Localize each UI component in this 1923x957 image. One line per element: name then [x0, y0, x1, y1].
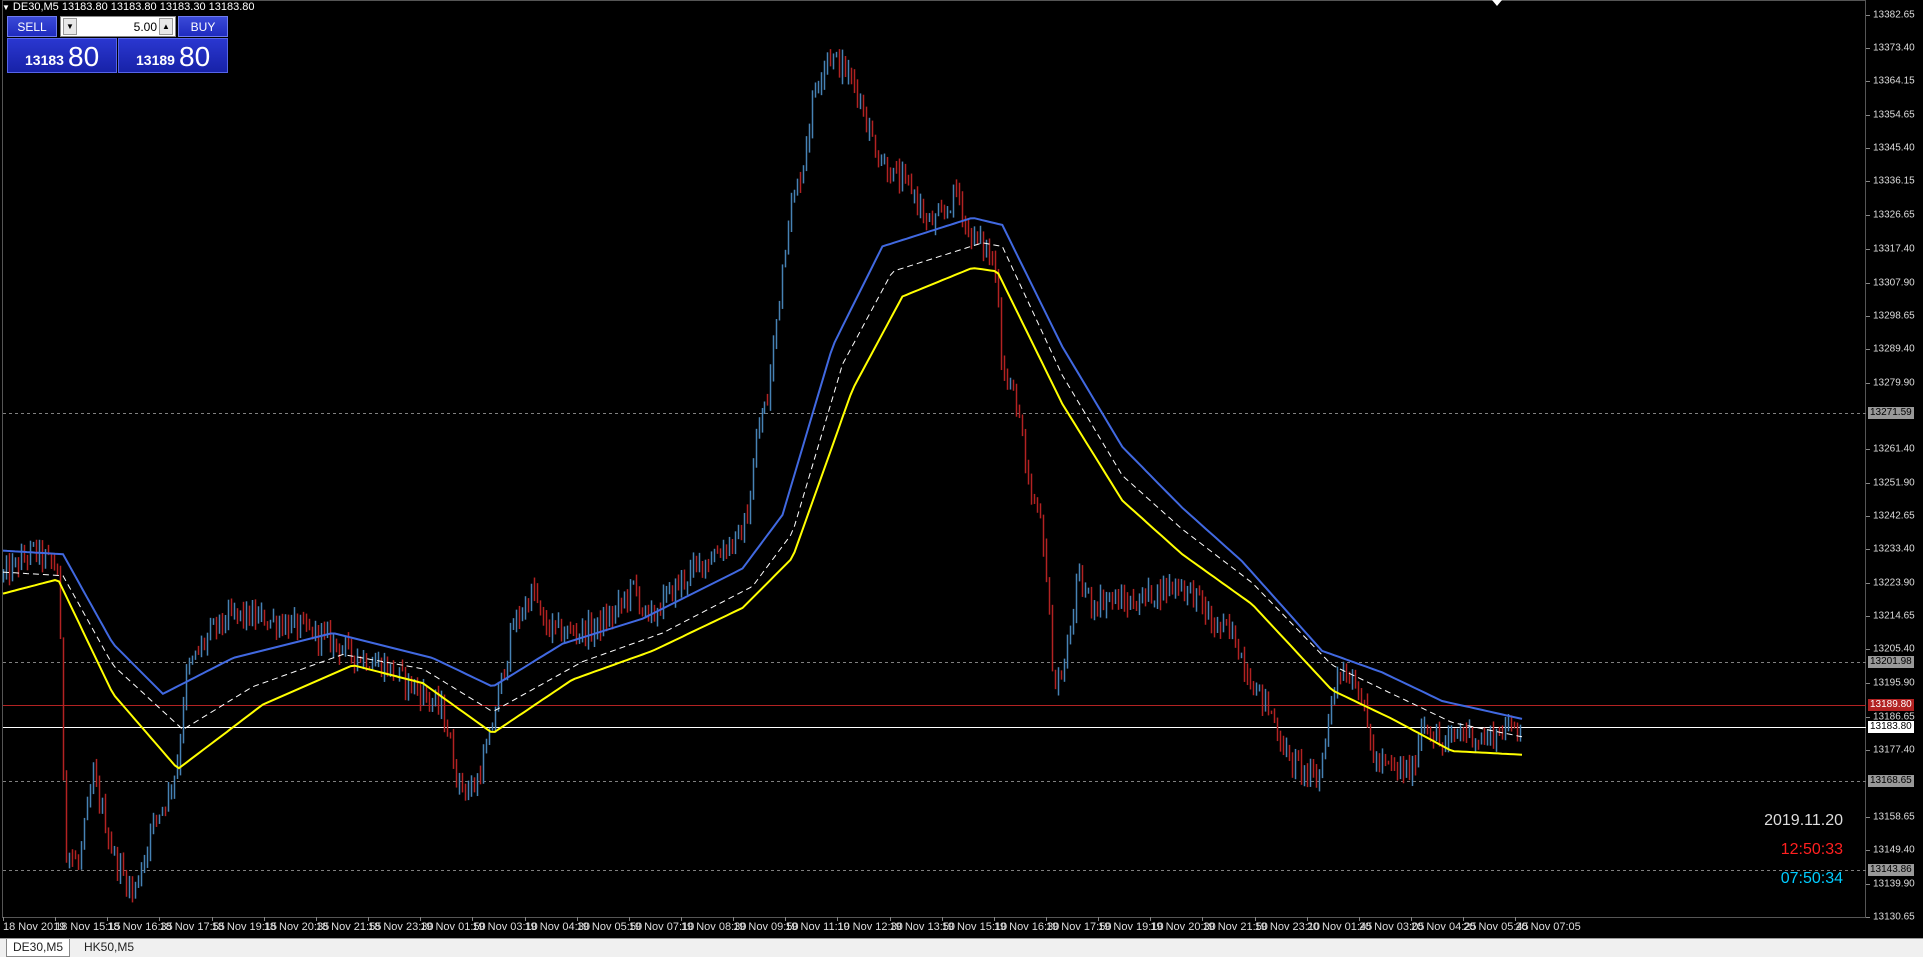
lot-size-input[interactable]	[79, 17, 157, 36]
chart-area[interactable]: ▼ DE30,M5 13183.80 13183.80 13183.30 1318…	[0, 0, 1923, 938]
chart-border	[2, 0, 1866, 918]
price-tick-label: 13279.90	[1873, 377, 1915, 389]
price-tick-label: 13373.40	[1873, 42, 1915, 54]
price-tick-label: 13317.40	[1873, 243, 1915, 255]
price-tick-label: 13289.40	[1873, 343, 1915, 355]
price-chart[interactable]	[0, 0, 1923, 938]
chart-tabs-bar: DE30,M5 HK50,M5	[0, 938, 1923, 957]
clock-panel: 2019.11.20 12:50:33 07:50:34	[1764, 811, 1843, 898]
time-tick-label: 20 Nov 07:05	[1515, 921, 1581, 933]
price-tick-label: 13307.90	[1873, 277, 1915, 289]
price-tick-label: 13345.40	[1873, 142, 1915, 154]
price-tick-label: 13242.65	[1873, 510, 1915, 522]
price-level-tag: 13271.59	[1868, 406, 1914, 419]
price-tick-label: 13336.15	[1873, 175, 1915, 187]
time-scale[interactable]: 18 Nov 2019 18 Nov 15:15 18 Nov 16:35 18 No…	[0, 918, 1923, 937]
lower-band-line	[2, 267, 1523, 770]
price-level-tag: 13189.80	[1868, 699, 1914, 712]
price-scale[interactable]: 13382.65 13373.40 13364.15 13354.65 13345.40…	[1866, 0, 1923, 923]
buy-price-button[interactable]: 13189 80	[118, 38, 228, 73]
price-level-tag: 13168.65	[1868, 774, 1914, 787]
price-tick-label: 13251.90	[1873, 477, 1915, 489]
sell-price-integer: 13183	[25, 52, 64, 68]
price-tick-label: 13195.90	[1873, 677, 1915, 689]
clock-server-time: 12:50:33	[1780, 841, 1843, 858]
buy-price-pips: 80	[179, 41, 211, 72]
buy-button[interactable]: BUY	[178, 16, 228, 37]
tab-de30-m5[interactable]: DE30,M5	[6, 939, 71, 957]
chart-title: ▼ DE30,M5 13183.80 13183.80 13183.30 1318…	[2, 1, 255, 13]
lot-size-field[interactable]: ▼ ▲	[60, 16, 176, 37]
one-click-trading-panel: SELL ▼ ▲ BUY 13183 80 13189 80	[7, 16, 228, 73]
price-tick-label: 13326.65	[1873, 209, 1915, 221]
price-tick-label: 13382.65	[1873, 9, 1915, 21]
price-level-tag: 13143.86	[1868, 863, 1914, 876]
price-tick-label: 13214.65	[1873, 610, 1915, 622]
lot-increase-icon[interactable]: ▲	[159, 18, 173, 35]
sell-price-button[interactable]: 13183 80	[7, 38, 117, 73]
price-tick-label: 13158.65	[1873, 811, 1915, 823]
sell-button[interactable]: SELL	[7, 16, 57, 37]
triangle-down-icon: ▼	[2, 3, 10, 12]
buy-price-integer: 13189	[136, 52, 175, 68]
price-tick-label: 13364.15	[1873, 75, 1915, 87]
price-tick-label: 13223.90	[1873, 577, 1915, 589]
price-tick-label: 13298.65	[1873, 310, 1915, 322]
price-level-tag: 13183.80	[1868, 720, 1914, 733]
shift-marker-icon[interactable]	[1492, 0, 1502, 6]
price-level-tag: 13201.98	[1868, 655, 1914, 668]
price-tick-label: 13177.40	[1873, 744, 1915, 756]
tab-hk50-m5[interactable]: HK50,M5	[78, 939, 140, 957]
clock-date: 2019.11.20	[1764, 812, 1843, 829]
price-tick-label: 13205.40	[1873, 643, 1915, 655]
price-tick-label: 13233.40	[1873, 543, 1915, 555]
lot-decrease-icon[interactable]: ▼	[63, 18, 77, 35]
sell-price-pips: 80	[68, 41, 100, 72]
price-tick-label: 13354.65	[1873, 109, 1915, 121]
price-tick-label: 13149.40	[1873, 844, 1915, 856]
upper-band-line	[2, 217, 1523, 720]
symbol-quote-line: DE30,M5 13183.80 13183.80 13183.30 13183…	[12, 1, 255, 13]
price-tick-label: 13261.40	[1873, 443, 1915, 455]
clock-local-time: 07:50:34	[1780, 870, 1843, 887]
price-tick-label: 13139.90	[1873, 878, 1915, 890]
